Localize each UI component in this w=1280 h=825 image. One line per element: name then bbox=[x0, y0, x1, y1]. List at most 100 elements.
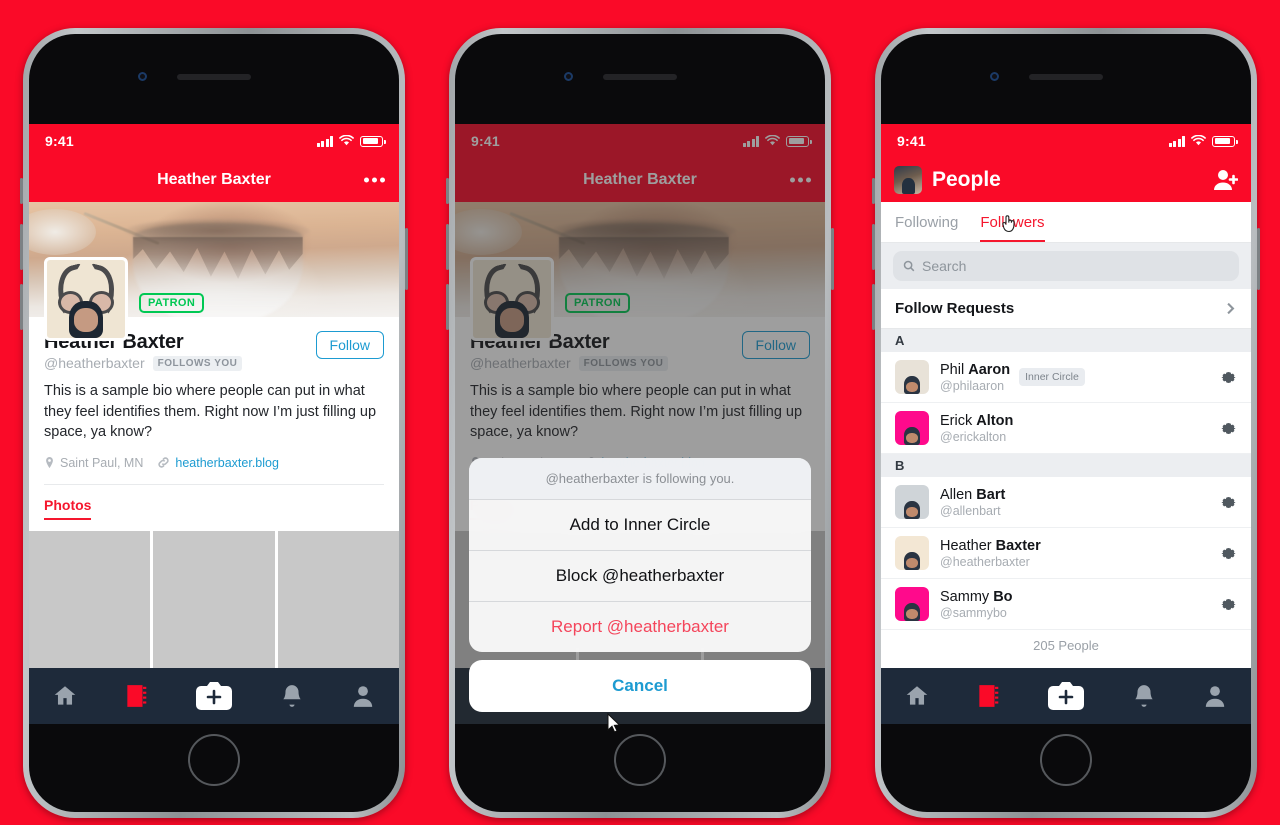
home-button[interactable] bbox=[188, 734, 240, 786]
action-block-user[interactable]: Block @heatherbaxter bbox=[469, 550, 811, 601]
person-name: Phil Aaron bbox=[940, 361, 1011, 378]
follow-requests-label: Follow Requests bbox=[895, 300, 1015, 317]
tab-followers[interactable]: Followers bbox=[980, 214, 1045, 242]
person-name: Sammy Bo bbox=[940, 588, 1013, 605]
list-item[interactable]: Allen Bart @allenbart bbox=[881, 477, 1251, 528]
volume-down-button[interactable] bbox=[872, 284, 875, 330]
screen-1: 9:41 Heather Baxter PATRON Heather Baxte… bbox=[29, 124, 399, 724]
phone-bezel-3: 9:41 People Following Followers Search F… bbox=[881, 34, 1251, 812]
home-icon[interactable] bbox=[52, 683, 78, 709]
front-camera-icon bbox=[138, 72, 147, 81]
action-sheet: @heatherbaxter is following you. Add to … bbox=[469, 458, 811, 712]
list-item[interactable]: Heather Baxter @heatherbaxter bbox=[881, 528, 1251, 579]
wifi-icon bbox=[339, 134, 354, 148]
people-navbar: People bbox=[881, 158, 1251, 202]
patron-badge: PATRON bbox=[139, 293, 205, 313]
photo-grid bbox=[29, 530, 399, 671]
screen-2: 9:41 Heather Baxter PATRON Heather Baxte… bbox=[455, 124, 825, 724]
section-header: B bbox=[881, 454, 1251, 477]
contacts-icon[interactable] bbox=[123, 683, 149, 709]
bottom-tabbar bbox=[29, 668, 399, 724]
bottom-tabbar bbox=[881, 668, 1251, 724]
mute-switch[interactable] bbox=[20, 178, 23, 204]
location-text: Saint Paul, MN bbox=[60, 455, 144, 470]
gear-icon[interactable] bbox=[1220, 369, 1237, 386]
status-bar: 9:41 bbox=[881, 124, 1251, 158]
person-handle: @heatherbaxter bbox=[940, 554, 1030, 569]
cellular-signal-icon bbox=[1168, 135, 1185, 147]
home-button[interactable] bbox=[614, 734, 666, 786]
gear-icon[interactable] bbox=[1220, 420, 1237, 437]
screenshot-stage: 9:41 Heather Baxter PATRON Heather Baxte… bbox=[0, 0, 1280, 825]
mute-switch[interactable] bbox=[872, 178, 875, 204]
follow-button[interactable]: Follow bbox=[315, 331, 384, 359]
cancel-button[interactable]: Cancel bbox=[469, 660, 811, 712]
camera-add-icon[interactable] bbox=[195, 681, 233, 711]
page-title: People bbox=[932, 168, 1001, 191]
ellipsis-icon[interactable] bbox=[364, 177, 385, 183]
phone-bezel-1: 9:41 Heather Baxter PATRON Heather Baxte… bbox=[29, 34, 399, 812]
action-report-user[interactable]: Report @heatherbaxter bbox=[469, 601, 811, 652]
avatar bbox=[895, 411, 929, 445]
profile-navbar: Heather Baxter bbox=[29, 158, 399, 202]
volume-down-button[interactable] bbox=[20, 284, 23, 330]
person-icon[interactable] bbox=[350, 683, 376, 709]
status-indicators bbox=[316, 134, 386, 148]
follow-requests-row[interactable]: Follow Requests bbox=[881, 289, 1251, 329]
power-button[interactable] bbox=[1257, 228, 1260, 290]
battery-icon bbox=[360, 135, 386, 147]
profile-handle: @heatherbaxter bbox=[44, 355, 145, 371]
power-button[interactable] bbox=[831, 228, 834, 290]
follows-you-badge: FOLLOWS YOU bbox=[152, 355, 243, 371]
photo-thumbnail[interactable] bbox=[29, 530, 151, 671]
people-count: 205 People bbox=[881, 630, 1251, 663]
profile-meta: Saint Paul, MN heatherbaxter.blog bbox=[44, 456, 384, 470]
volume-up-button[interactable] bbox=[872, 224, 875, 270]
list-item[interactable]: Sammy Bo @sammybo bbox=[881, 579, 1251, 630]
action-add-to-inner-circle[interactable]: Add to Inner Circle bbox=[469, 499, 811, 550]
search-input[interactable]: Search bbox=[893, 251, 1239, 281]
gear-icon[interactable] bbox=[1220, 545, 1237, 562]
home-button[interactable] bbox=[1040, 734, 1092, 786]
website-item[interactable]: heatherbaxter.blog bbox=[157, 456, 279, 470]
contacts-icon[interactable] bbox=[975, 683, 1001, 709]
website-link[interactable]: heatherbaxter.blog bbox=[175, 456, 279, 470]
tab-following[interactable]: Following bbox=[895, 214, 958, 242]
list-item[interactable]: Phil Aaron @philaaron Inner Circle bbox=[881, 352, 1251, 403]
avatar[interactable] bbox=[44, 257, 128, 341]
phone-device-3: 9:41 People Following Followers Search F… bbox=[872, 28, 1260, 818]
battery-icon bbox=[1212, 135, 1238, 147]
handle-row: @heatherbaxter FOLLOWS YOU bbox=[44, 355, 243, 371]
bell-icon[interactable] bbox=[279, 683, 305, 709]
tab-photos[interactable]: Photos bbox=[44, 497, 92, 520]
camera-add-icon[interactable] bbox=[1047, 681, 1085, 711]
person-handle: @erickalton bbox=[940, 429, 1007, 444]
status-indicators bbox=[1168, 134, 1238, 148]
volume-down-button[interactable] bbox=[446, 284, 449, 330]
bell-icon[interactable] bbox=[1131, 683, 1157, 709]
phone-bezel-2: 9:41 Heather Baxter PATRON Heather Baxte… bbox=[455, 34, 825, 812]
front-camera-icon bbox=[990, 72, 999, 81]
person-icon[interactable] bbox=[1202, 683, 1228, 709]
mute-switch[interactable] bbox=[446, 178, 449, 204]
person-handle: @philaaron bbox=[940, 378, 1005, 393]
add-person-icon[interactable] bbox=[1214, 169, 1238, 191]
avatar bbox=[895, 485, 929, 519]
inner-circle-badge: Inner Circle bbox=[1019, 368, 1085, 386]
person-handle: @allenbart bbox=[940, 503, 1001, 518]
volume-up-button[interactable] bbox=[20, 224, 23, 270]
volume-up-button[interactable] bbox=[446, 224, 449, 270]
list-item[interactable]: Erick Alton @erickalton bbox=[881, 403, 1251, 454]
photo-thumbnail[interactable] bbox=[153, 530, 275, 671]
photo-thumbnail[interactable] bbox=[277, 530, 399, 671]
search-zone: Search bbox=[881, 243, 1251, 289]
screen-3: 9:41 People Following Followers Search F… bbox=[881, 124, 1251, 724]
avatar bbox=[895, 360, 929, 394]
power-button[interactable] bbox=[405, 228, 408, 290]
gear-icon[interactable] bbox=[1220, 494, 1237, 511]
account-avatar[interactable] bbox=[894, 166, 922, 194]
search-icon bbox=[903, 260, 915, 272]
gear-icon[interactable] bbox=[1220, 596, 1237, 613]
home-icon[interactable] bbox=[904, 683, 930, 709]
earpiece-speaker bbox=[603, 74, 677, 80]
